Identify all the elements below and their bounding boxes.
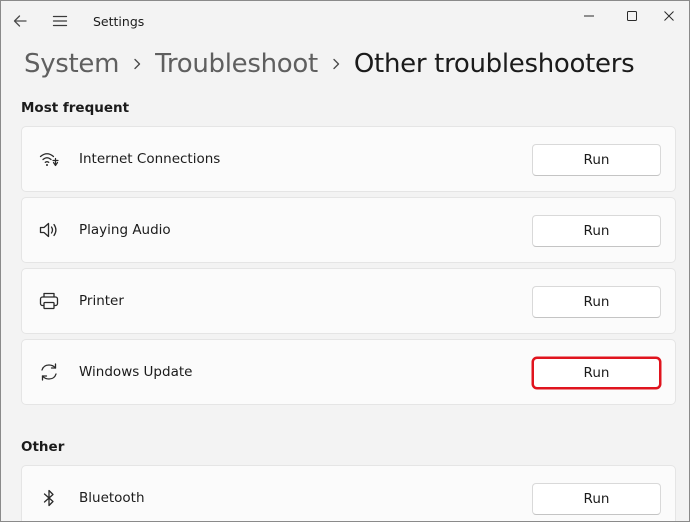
troubleshooter-label: Bluetooth (79, 490, 145, 506)
breadcrumb-system[interactable]: System (24, 49, 119, 79)
breadcrumb-troubleshoot[interactable]: Troubleshoot (155, 49, 318, 79)
close-button[interactable] (649, 3, 689, 29)
back-arrow-icon (13, 15, 27, 27)
run-bluetooth-button[interactable]: Run (532, 483, 661, 515)
troubleshooter-card-internet-connections: Internet Connections Run (21, 126, 676, 192)
app-title: Settings (93, 14, 145, 29)
run-internet-connections-button[interactable]: Run (532, 144, 661, 176)
settings-window: Settings System Troubleshoot Other troub… (0, 0, 690, 522)
page-title: Other troubleshooters (353, 49, 635, 79)
navigation-menu-button[interactable] (46, 7, 74, 35)
sync-icon (38, 361, 60, 383)
speaker-icon (38, 219, 60, 241)
chevron-right-icon (318, 49, 354, 79)
wifi-icon (38, 148, 60, 170)
section-header-other: Other (21, 439, 65, 455)
run-playing-audio-button[interactable]: Run (532, 215, 661, 247)
close-icon (664, 11, 674, 21)
maximize-icon (627, 11, 637, 21)
troubleshooter-card-playing-audio: Playing Audio Run (21, 197, 676, 263)
section-header-most-frequent: Most frequent (21, 100, 130, 116)
maximize-button[interactable] (612, 3, 652, 29)
troubleshooter-label: Internet Connections (79, 151, 221, 167)
minimize-icon (584, 15, 594, 17)
troubleshooter-label: Windows Update (79, 364, 193, 380)
run-windows-update-button[interactable]: Run (532, 357, 661, 389)
bluetooth-icon (38, 487, 60, 509)
breadcrumb: System Troubleshoot Other troubleshooter… (24, 41, 635, 87)
troubleshooter-card-printer: Printer Run (21, 268, 676, 334)
minimize-button[interactable] (569, 3, 609, 29)
printer-icon (38, 290, 60, 312)
chevron-right-icon (119, 49, 155, 79)
troubleshooter-card-bluetooth: Bluetooth Run (21, 465, 676, 521)
run-printer-button[interactable]: Run (532, 286, 661, 318)
troubleshooter-label: Printer (79, 293, 124, 309)
title-bar: Settings (1, 1, 689, 39)
troubleshooter-label: Playing Audio (79, 222, 171, 238)
back-button[interactable] (6, 7, 34, 35)
troubleshooter-card-windows-update: Windows Update Run (21, 339, 676, 405)
hamburger-menu-icon (52, 15, 68, 27)
